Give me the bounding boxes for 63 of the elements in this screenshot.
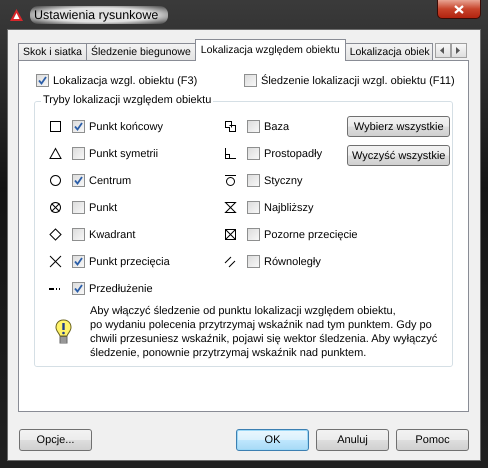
app-icon: [9, 8, 24, 22]
parallel-lines-icon: [224, 255, 237, 268]
checkbox-label[interactable]: Najbliższy: [264, 202, 314, 214]
group-title: Tryby lokalizacji względem obiektu: [41, 94, 214, 106]
checkbox-label[interactable]: Baza: [264, 120, 290, 132]
checkbox[interactable]: [247, 228, 260, 241]
tab[interactable]: Skok i siatka: [18, 43, 87, 60]
checkbox-label[interactable]: Kwadrant: [89, 228, 136, 240]
checkbox-label[interactable]: Równoległy: [264, 256, 321, 268]
diamond-icon: [49, 228, 62, 241]
overlapping-squares-icon: [224, 120, 237, 133]
checkbox-label[interactable]: Punkt przecięcia: [89, 256, 170, 268]
checkbox[interactable]: [244, 74, 257, 87]
button[interactable]: OK: [236, 429, 309, 451]
checkbox[interactable]: [247, 120, 260, 133]
hourglass-icon: [224, 201, 237, 214]
checkbox[interactable]: [36, 74, 49, 87]
tab-scroll-right-button[interactable]: [450, 43, 467, 58]
checkbox-label[interactable]: Punkt: [89, 202, 118, 214]
checkbox-label[interactable]: Pozorne przecięcie: [264, 228, 358, 240]
cross-icon: [49, 255, 62, 268]
checkbox[interactable]: [72, 174, 85, 187]
button[interactable]: Wybierz wszystkie: [347, 116, 450, 137]
checkbox[interactable]: [72, 255, 85, 268]
triangle-icon: [49, 147, 62, 160]
button[interactable]: Anuluj: [316, 429, 389, 451]
right-arrow-icon: [456, 47, 462, 54]
left-arrow-icon: [440, 47, 446, 54]
checkbox[interactable]: [247, 147, 260, 160]
tangent-circle-icon: [224, 174, 237, 187]
button[interactable]: Pomoc: [396, 429, 469, 451]
checkbox[interactable]: [72, 147, 85, 160]
window-title: Ustawienia rysunkowe: [30, 6, 168, 24]
lightbulb-icon: [55, 318, 72, 346]
tab-scroll-left-button[interactable]: [434, 43, 451, 58]
crossed-circle-icon: [49, 201, 62, 214]
checkbox-label[interactable]: Styczny: [264, 174, 303, 186]
square-icon: [49, 120, 62, 133]
perpendicular-icon: [224, 147, 237, 160]
checkbox[interactable]: [72, 120, 85, 133]
checkbox-label[interactable]: Prostopadły: [264, 148, 322, 160]
checkbox-label[interactable]: Centrum: [89, 174, 132, 186]
checkbox-label[interactable]: Śledzenie lokalizacji wzgl. obiektu (F11): [261, 74, 455, 86]
hint-text: Aby włączyć śledzenie od punktu lokalizacji względem obiektu, po wydaniu polecenia przytrzymaj wskaźnik nad tym punktem. Gdy po chwili przesuniesz wskaźnik, pojawi się wektor śledzenia. Aby wyłączyć śledzenie, ponownie przytrzymaj wskaźnik nad punktem.: [90, 304, 438, 360]
tab[interactable]: Lokalizacja względem obiektu: [194, 39, 346, 61]
checkbox-label[interactable]: Lokalizacja wzgl. obiektu (F3): [53, 74, 198, 86]
button[interactable]: Opcje...: [19, 429, 92, 451]
close-button[interactable]: [437, 0, 481, 19]
circle-icon: [49, 174, 62, 187]
crossed-square-icon: [224, 228, 237, 241]
checkbox[interactable]: [247, 255, 260, 268]
checkbox[interactable]: [72, 201, 85, 214]
checkbox-label[interactable]: Przedłużenie: [89, 282, 153, 294]
close-icon: [454, 4, 464, 14]
checkbox-label[interactable]: Punkt symetrii: [89, 148, 158, 160]
checkbox[interactable]: [72, 282, 85, 295]
tab[interactable]: Lokalizacja obiek: [344, 43, 433, 60]
checkbox[interactable]: [247, 201, 260, 214]
button[interactable]: Wyczyść wszystkie: [347, 145, 450, 166]
checkbox[interactable]: [72, 228, 85, 241]
checkbox-label[interactable]: Punkt końcowy: [89, 120, 163, 132]
tab[interactable]: Śledzenie biegunowe: [86, 43, 196, 60]
checkbox[interactable]: [247, 174, 260, 187]
